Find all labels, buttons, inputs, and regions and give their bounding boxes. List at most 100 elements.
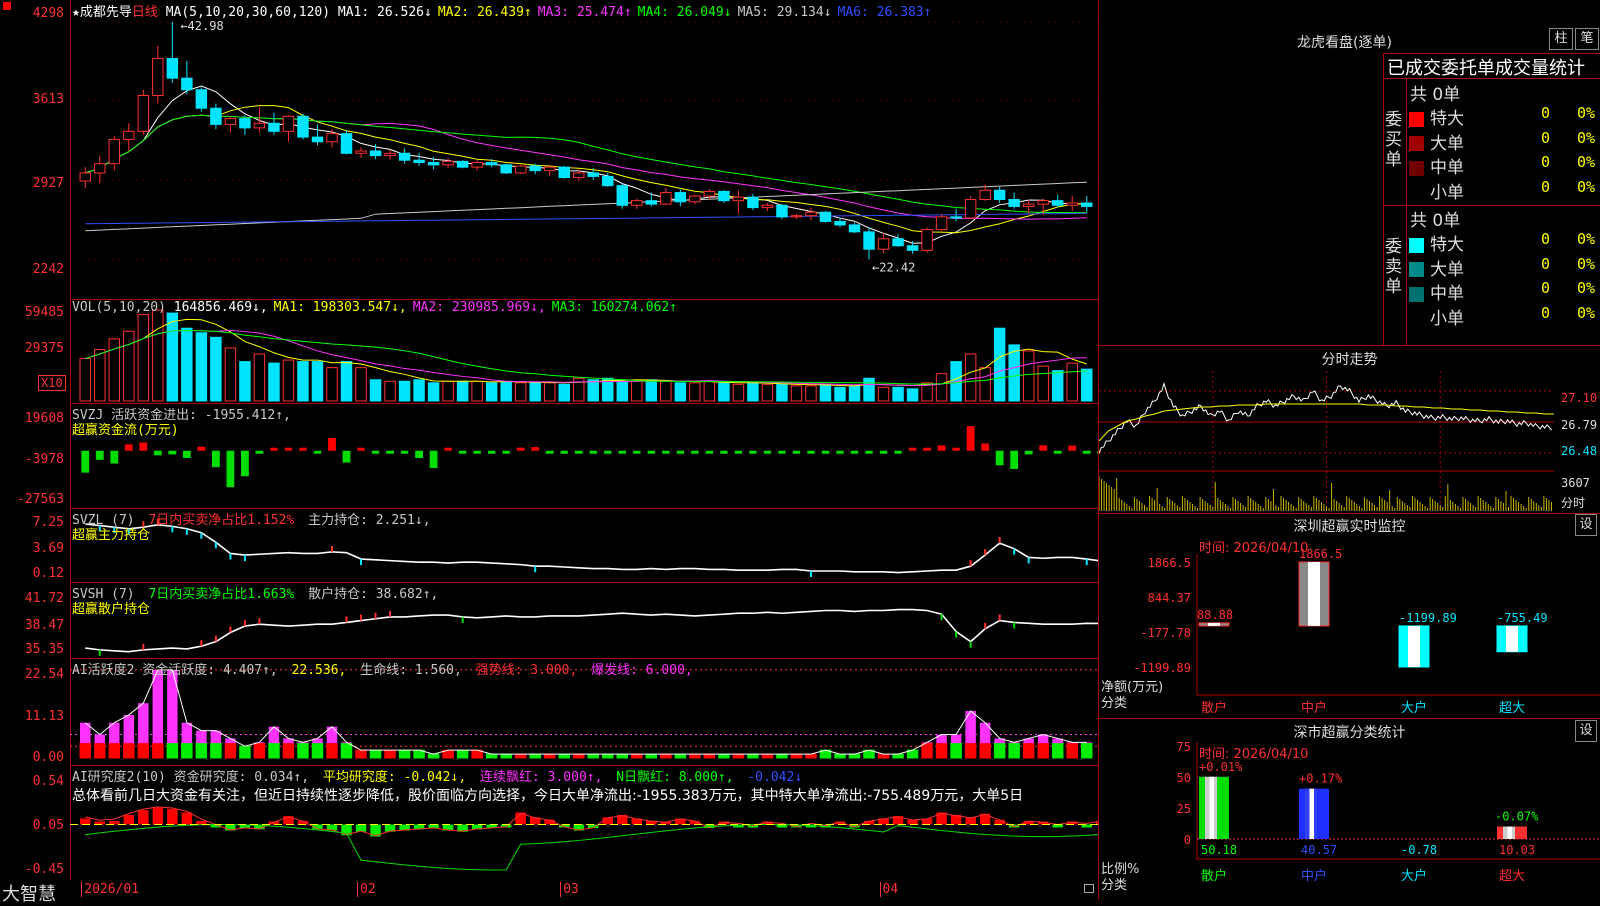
candle-body — [311, 136, 324, 143]
sz-class-chart[interactable]: 75 50 25 0 +0.01% 50.18 散户 +0.17% 40.57 中户 -0.78 大户… — [1099, 718, 1600, 900]
activity-bar — [398, 749, 411, 759]
lock-icon[interactable] — [1084, 884, 1094, 893]
money-flow-bar — [153, 450, 162, 456]
candlestick-panel[interactable]: ←42.98 ←22.42 — [70, 0, 1098, 300]
dragon-row-value: 0 — [1541, 279, 1551, 297]
volume-bar — [442, 380, 454, 402]
holding-line — [85, 523, 1102, 574]
activity-bar — [558, 753, 570, 759]
activity-bar — [340, 742, 353, 759]
money-flow-bar — [255, 450, 264, 454]
money-flow-bar — [110, 450, 119, 464]
date-axis: 大智慧 2026/01 02 03 04 — [0, 880, 1098, 905]
money-flow-bar — [226, 450, 235, 488]
stroke-mode-button[interactable]: 笔 — [1575, 28, 1599, 50]
candle-body — [514, 165, 527, 174]
candle-body — [108, 138, 121, 165]
research-bar — [965, 817, 976, 825]
sz-class-bar — [1299, 788, 1329, 839]
vol-params: VOL(5,10,20) — [72, 300, 166, 315]
volume-bar — [1051, 370, 1064, 402]
sz-class-value-label: 50.18 — [1201, 843, 1237, 857]
indicator-value: 7日内买卖净占比1.152% — [148, 513, 295, 528]
volume-bar — [413, 379, 425, 402]
period-label[interactable]: 日线 — [132, 5, 158, 20]
candle-body — [369, 150, 382, 157]
stock-name[interactable]: 成都先导 — [80, 5, 132, 20]
money-flow-bar — [1068, 445, 1077, 451]
money-flow-bar — [705, 450, 714, 454]
money-flow-bar — [328, 437, 336, 451]
activity-bar-upper — [965, 711, 976, 744]
money-flow-bar — [284, 447, 293, 451]
candle-body — [485, 162, 498, 166]
activity-bar — [152, 742, 164, 759]
sz-monitor-chart[interactable]: 1866.5 844.37 -177.78 -1199.89 88.88 散户 1866.5… — [1099, 512, 1600, 718]
volume-bar — [427, 382, 440, 402]
sz-monitor-panel[interactable]: 深圳超赢实时监控 设 时间: 2026/04/10 1866.5 844.37 -1… — [1099, 512, 1600, 719]
activity-bar-upper — [936, 734, 947, 744]
activity-bar — [848, 753, 861, 759]
volume-bar — [500, 380, 512, 402]
ma-header: ★成都先导日线 MA(5,10,20,30,60,120) MA1: 26.52… — [72, 1, 937, 20]
dragon-title: 龙虎看盘(逐单) — [1297, 35, 1392, 51]
candle-body — [137, 95, 150, 132]
indicator-value: 强势线: 3.000, — [467, 663, 578, 678]
svsh-ylabel: 38.47 — [24, 618, 64, 633]
research-bar — [123, 814, 135, 825]
sz-class-catlabel: 分类 — [1101, 878, 1128, 893]
sz-monitor-category: 中户 — [1301, 700, 1327, 716]
ai-research-axis: 0.54 0.05 -0.45 — [0, 765, 70, 880]
svzl-ylabel: 7.25 — [32, 515, 64, 530]
volume-bar — [268, 362, 280, 402]
candle-body — [1008, 199, 1020, 207]
money-flow-bar — [357, 447, 365, 451]
bar-mode-button[interactable]: 柱 — [1549, 28, 1573, 50]
intraday-chart[interactable] — [1099, 371, 1600, 513]
svzj-ylabel: 19608 — [24, 411, 64, 426]
star-icon[interactable]: ★ — [72, 5, 80, 20]
sz-class-panel[interactable]: 深市超赢分类统计 设 时间: 2026/04/10 75 50 25 0 +0.01% 5… — [1099, 718, 1600, 900]
app-logo[interactable]: 大智慧 — [2, 880, 56, 906]
svzj-subtitle: 超赢资金流(万元) — [72, 423, 179, 438]
research-bar — [167, 808, 178, 825]
money-flow-bar — [720, 450, 728, 454]
money-flow-bar — [313, 450, 322, 454]
menu-square-icon[interactable] — [3, 2, 11, 10]
bar-highlight — [1309, 788, 1314, 839]
activity-bar-upper — [152, 669, 164, 744]
sell-side-label: 委卖单 — [1385, 237, 1402, 297]
bar-shine — [1308, 562, 1320, 626]
volume-bar — [123, 330, 135, 402]
money-flow-bar — [807, 450, 815, 454]
candle-body — [979, 189, 991, 201]
candlestick-chart[interactable]: ←42.98 ←22.42 — [70, 0, 1098, 299]
sz-class-category: 中户 — [1301, 868, 1327, 884]
money-flow-bar — [952, 447, 960, 451]
sz-class-category: 大户 — [1401, 868, 1427, 884]
candle-body — [819, 211, 832, 222]
activity-bar — [1081, 742, 1093, 759]
sz-monitor-category: 大户 — [1401, 700, 1427, 716]
volume-bar — [805, 385, 817, 402]
money-flow-bar — [691, 450, 699, 454]
money-flow-bar — [473, 450, 481, 454]
candle-body — [210, 107, 222, 125]
money-flow-bar — [444, 447, 452, 451]
dragon-row: 大单 0 0% — [1409, 129, 1599, 154]
dragon-row: 中单 0 0% — [1409, 279, 1599, 304]
money-flow-bar — [792, 450, 801, 454]
volume-bar — [1037, 365, 1049, 402]
research-bar — [355, 824, 367, 832]
activity-bar — [834, 753, 846, 759]
activity-bar — [253, 742, 266, 759]
money-flow-bar — [400, 450, 409, 454]
volume-bar — [732, 383, 745, 402]
intraday-panel[interactable]: 分时走势 27.10 26.79 26.48 3607 分时 — [1099, 345, 1600, 514]
legend-swatch — [1409, 185, 1424, 200]
dragon-row-label: 大单 — [1430, 133, 1464, 154]
activity-bar — [1051, 742, 1064, 759]
legend-swatch — [1409, 237, 1424, 253]
research-bar — [109, 820, 120, 825]
money-flow-bar — [1053, 450, 1062, 454]
